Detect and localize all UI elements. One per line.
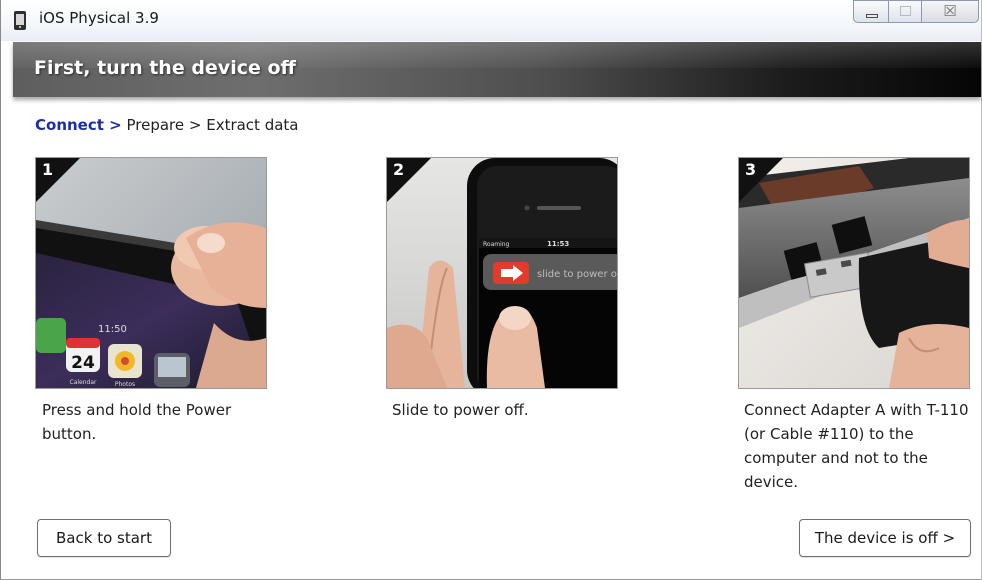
step-2-description: Slide to power off. <box>392 401 529 419</box>
page-header: First, turn the device off <box>13 42 981 97</box>
close-icon: ☒ <box>943 2 957 20</box>
step-2-time: 11:53 <box>547 240 569 248</box>
photos-label: Photos <box>115 381 135 388</box>
window-controls: ☒ <box>853 0 979 26</box>
minimize-icon <box>866 14 878 18</box>
title-bar[interactable]: iOS Physical 3.9 ☒ <box>1 0 981 41</box>
calendar-label: Calendar <box>70 379 98 386</box>
breadcrumb-current: Connect > <box>35 116 122 134</box>
step-3-image: 3 <box>738 157 970 389</box>
back-to-start-button[interactable]: Back to start <box>37 519 171 557</box>
step-1-screen-time: 11:50 <box>98 324 127 335</box>
step-3-number: 3 <box>745 160 757 179</box>
step-1-description: Press and hold the Power button. <box>42 401 232 443</box>
maximize-icon <box>900 6 911 16</box>
step-1-image: 24 Calendar Photos 11:50 1 <box>35 157 267 389</box>
app-window: iOS Physical 3.9 ☒ First, turn the devic… <box>0 0 982 580</box>
phone-icon <box>14 11 26 30</box>
slider-text: slide to power off <box>537 269 617 280</box>
step-2-number: 2 <box>393 160 405 179</box>
breadcrumb-remaining: Prepare > Extract data <box>126 116 299 134</box>
close-button[interactable]: ☒ <box>921 0 979 23</box>
minimize-button[interactable] <box>853 0 889 23</box>
step-2-carrier: Roaming <box>483 241 510 248</box>
step-3-description: Connect Adapter A with T-110 (or Cable #… <box>744 401 969 491</box>
device-is-off-button[interactable]: The device is off > <box>799 519 971 557</box>
page-title: First, turn the device off <box>34 57 296 79</box>
window-title: iOS Physical 3.9 <box>39 9 159 27</box>
step-2-image: Roaming 11:53 slide to power off 2 <box>386 157 618 389</box>
maximize-button <box>888 0 922 23</box>
breadcrumb: Connect > Prepare > Extract data <box>35 116 299 134</box>
step-1-number: 1 <box>42 160 54 179</box>
calendar-date: 24 <box>71 353 95 373</box>
